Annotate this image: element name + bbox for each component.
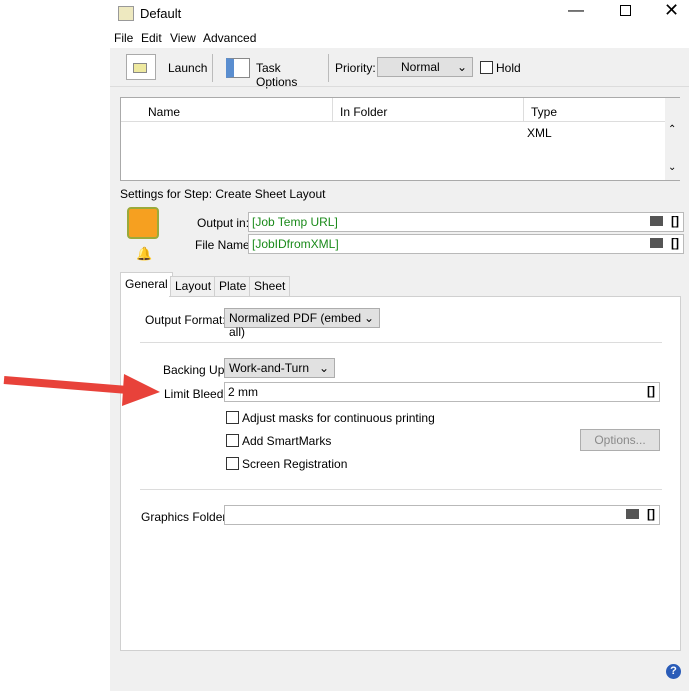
variable-icon[interactable]: [] — [647, 507, 655, 521]
smartmarks-label: Add SmartMarks — [242, 434, 332, 448]
general-panel — [120, 296, 681, 651]
jobs-table: Name In Folder Type XML ⌃ ⌄ — [120, 97, 680, 181]
screen-registration-checkbox[interactable] — [226, 457, 239, 470]
output-format-label: Output Format: — [145, 313, 226, 327]
adjust-masks-label: Adjust masks for continuous printing — [242, 411, 435, 425]
bell-icon: 🔔 — [136, 246, 153, 261]
launch-button[interactable]: Launch — [122, 52, 207, 82]
column-header-type[interactable]: Type — [531, 105, 557, 119]
task-options-button[interactable]: Task Options — [222, 52, 322, 89]
adjust-masks-checkbox[interactable] — [226, 411, 239, 424]
scroll-up-icon[interactable]: ⌃ — [668, 124, 676, 135]
variable-icon[interactable]: [] — [671, 214, 679, 228]
menu-advanced[interactable]: Advanced — [203, 31, 256, 45]
hold-label: Hold — [496, 61, 521, 75]
launch-icon — [126, 54, 156, 80]
tab-sheet[interactable]: Sheet — [249, 276, 291, 296]
task-options-icon — [226, 58, 250, 78]
chevron-down-icon: ⌄ — [456, 60, 467, 74]
menu-bar: File Edit View Advanced — [110, 28, 689, 48]
output-format-dropdown[interactable]: Normalized PDF (embed all) ⌄ — [224, 308, 380, 339]
red-arrow-annotation — [3, 374, 160, 406]
screen-registration-label: Screen Registration — [242, 457, 348, 471]
app-icon — [118, 6, 134, 21]
title-bar: Default — ✕ — [110, 0, 689, 28]
tab-general[interactable]: General — [120, 272, 173, 297]
folder-icon[interactable] — [650, 216, 663, 226]
smartmarks-checkbox[interactable] — [226, 434, 239, 447]
output-in-field[interactable]: [Job Temp URL] [] — [248, 212, 684, 232]
limit-bleed-label: Limit Bleed: — [164, 387, 227, 401]
output-label: Output in: — [197, 216, 250, 230]
options-button[interactable]: Options... — [580, 429, 660, 451]
variable-icon[interactable]: [] — [671, 236, 679, 250]
folder-icon[interactable] — [626, 509, 639, 519]
folder-icon[interactable] — [650, 238, 663, 248]
priority-label: Priority: — [335, 61, 376, 75]
graphics-folder-field[interactable]: [] — [224, 505, 660, 525]
graphics-folder-label: Graphics Folder: — [141, 510, 230, 524]
menu-file[interactable]: File — [114, 31, 133, 45]
chevron-down-icon: ⌄ — [318, 361, 329, 375]
menu-edit[interactable]: Edit — [141, 31, 162, 45]
column-header-folder[interactable]: In Folder — [340, 105, 387, 119]
table-row[interactable]: XML — [527, 126, 552, 140]
chevron-down-icon: ⌄ — [363, 311, 374, 325]
menu-view[interactable]: View — [170, 31, 196, 45]
help-icon[interactable]: ? — [666, 664, 681, 679]
filename-label: File Name: — [195, 238, 254, 252]
variable-icon[interactable]: [] — [647, 384, 655, 398]
step-title: Settings for Step: Create Sheet Layout — [120, 187, 326, 201]
minimize-button[interactable]: — — [568, 2, 584, 20]
priority-dropdown[interactable]: Normal ⌄ — [377, 57, 473, 77]
backing-up-dropdown[interactable]: Work-and-Turn ⌄ — [224, 358, 335, 378]
file-name-field[interactable]: [JobIDfromXML] [] — [248, 234, 684, 254]
vertical-scrollbar[interactable]: ⌃ ⌄ — [665, 98, 680, 180]
column-header-name[interactable]: Name — [148, 105, 180, 119]
limit-bleed-field[interactable]: 2 mm[] — [224, 382, 660, 402]
maximize-button[interactable] — [620, 5, 631, 16]
backing-up-label: Backing Up: — [163, 363, 228, 377]
tab-plate[interactable]: Plate — [214, 276, 252, 296]
window-title: Default — [140, 6, 182, 21]
hold-checkbox[interactable] — [480, 61, 493, 74]
step-icon — [127, 207, 159, 239]
close-button[interactable]: ✕ — [664, 0, 679, 21]
tab-layout[interactable]: Layout — [170, 276, 217, 296]
scroll-down-icon[interactable]: ⌄ — [668, 162, 676, 173]
